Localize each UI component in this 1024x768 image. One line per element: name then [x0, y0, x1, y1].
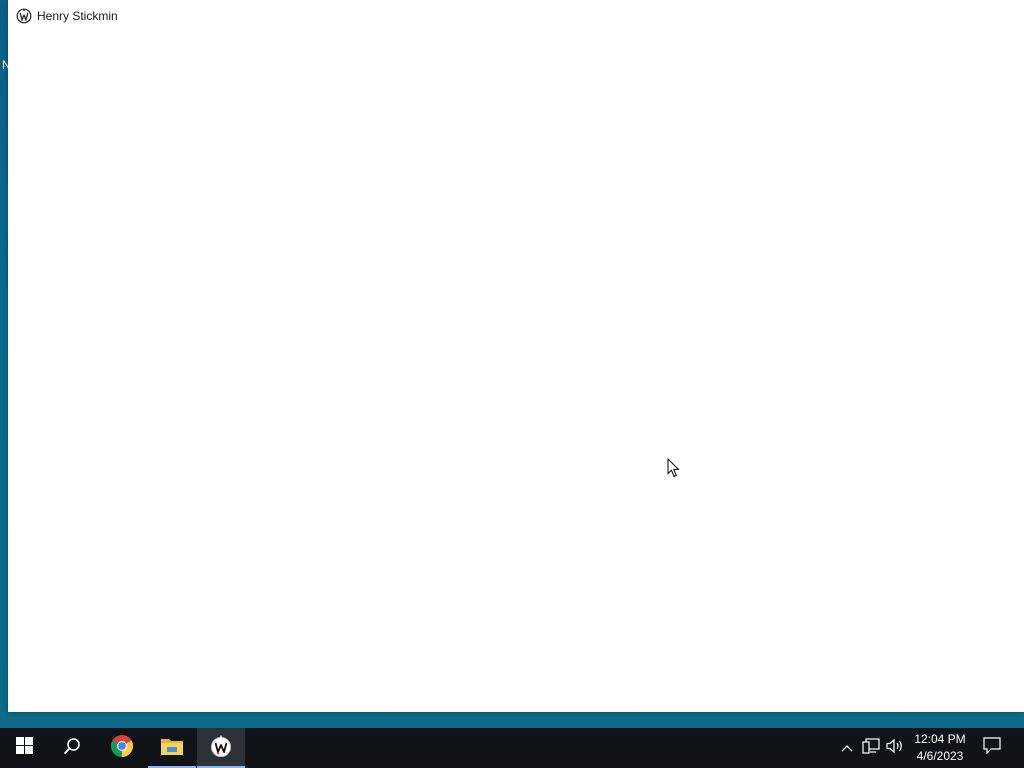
taskbar: 12:04 PM 4/6/2023	[0, 728, 1024, 768]
henry-stickmin-app-icon	[16, 8, 32, 24]
window-title: Henry Stickmin	[37, 9, 118, 23]
action-center-button[interactable]	[978, 728, 1006, 768]
chevron-up-icon	[841, 739, 853, 757]
chrome-icon	[110, 734, 134, 763]
mouse-cursor-icon	[667, 457, 681, 478]
folder-icon	[160, 735, 184, 762]
network-icon	[862, 737, 880, 759]
app-content-area[interactable]	[8, 32, 1024, 712]
window-titlebar[interactable]: Henry Stickmin	[8, 0, 1024, 32]
start-button[interactable]	[0, 728, 48, 768]
app-window[interactable]: Henry Stickmin	[8, 0, 1024, 712]
henry-stickmin-app-icon	[209, 734, 233, 763]
search-button[interactable]	[48, 728, 96, 768]
show-hidden-icons-button[interactable]	[838, 728, 856, 768]
volume-button[interactable]	[884, 728, 906, 768]
search-icon	[63, 737, 81, 760]
taskbar-henry-stickmin-button[interactable]	[197, 728, 245, 768]
network-status-button[interactable]	[860, 728, 882, 768]
windows-logo-icon	[15, 737, 33, 759]
volume-icon	[886, 738, 904, 759]
clock-date: 4/6/2023	[916, 749, 964, 763]
clock-time: 12:04 PM	[914, 732, 966, 746]
taskbar-clock[interactable]: 12:04 PM 4/6/2023	[912, 728, 968, 768]
taskbar-chrome-button[interactable]	[98, 728, 146, 768]
taskbar-file-explorer-button[interactable]	[148, 728, 196, 768]
action-center-icon	[983, 737, 1001, 759]
